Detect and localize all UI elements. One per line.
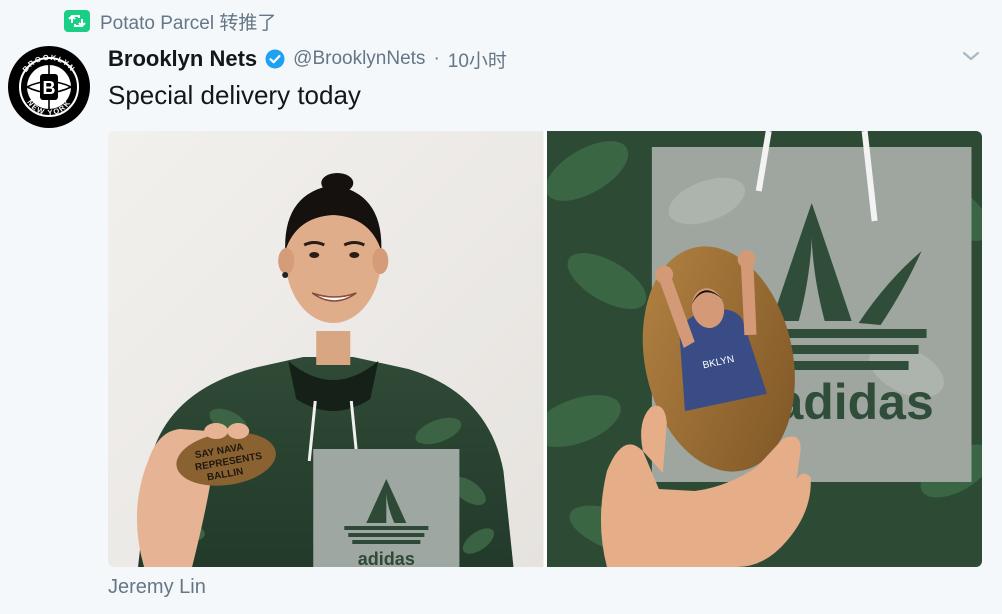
brooklyn-nets-logo-icon: B BROOKLYN NEW YORK <box>9 47 89 127</box>
tweet-text: Special delivery today <box>108 80 361 110</box>
avatar-letter: B <box>43 78 56 98</box>
retweet-text[interactable]: Potato Parcel 转推了 <box>100 8 276 35</box>
author-name[interactable]: Brooklyn Nets <box>108 46 257 72</box>
hand-holding-printed-potato-photo[interactable]: adidas BKLYN <box>546 131 983 567</box>
media-caption: Jeremy Lin <box>108 576 206 598</box>
svg-text:adidas: adidas <box>358 549 415 567</box>
avatar[interactable]: B BROOKLYN NEW YORK <box>8 46 90 128</box>
retweet-icon <box>64 10 90 32</box>
verified-badge-icon <box>265 49 285 69</box>
header-separator: · <box>433 48 440 69</box>
tweet-timestamp[interactable]: 10小时 <box>448 46 507 73</box>
shirt-text: adidas <box>775 374 933 430</box>
chevron-down-icon[interactable] <box>958 46 984 66</box>
tweet-header: Brooklyn Nets @BrooklynNets · 10小时 <box>108 44 507 74</box>
tweet-media[interactable]: adidas SAY NAVA REPRESENTS BALLIN adidas… <box>108 131 982 567</box>
author-handle[interactable]: @BrooklynNets <box>293 48 425 70</box>
retweet-context: Potato Parcel 转推了 <box>64 8 276 34</box>
jeremy-lin-holding-potato-photo[interactable]: adidas SAY NAVA REPRESENTS BALLIN <box>108 131 544 567</box>
